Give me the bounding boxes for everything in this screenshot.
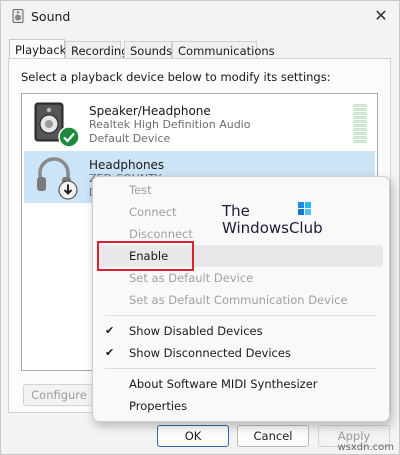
window-title: Sound <box>31 9 71 24</box>
volume-level-meter <box>353 104 367 144</box>
tab-sounds[interactable]: Sounds <box>124 41 172 59</box>
site-watermark: wsxdn.com <box>337 442 394 453</box>
menu-item-about-midi-synth[interactable]: About Software MIDI Synthesizer <box>97 373 383 395</box>
title-bar: Sound ✕ <box>1 1 399 31</box>
device-name: Headphones <box>89 158 165 172</box>
windowsclub-logo-icon <box>298 202 311 215</box>
tab-recording[interactable]: Recording <box>65 41 129 59</box>
speaker-icon <box>12 9 24 23</box>
down-arrow-icon <box>58 180 78 200</box>
device-name: Speaker/Headphone <box>89 104 211 118</box>
cancel-button[interactable]: Cancel <box>237 425 309 447</box>
watermark-logo: The WindowsClub <box>222 202 323 237</box>
menu-separator <box>105 315 377 316</box>
configure-button[interactable]: Configure <box>23 384 95 406</box>
checkmark-icon: ✔ <box>105 346 115 359</box>
menu-item-test[interactable]: Test <box>97 179 383 201</box>
highlight-box <box>97 241 194 271</box>
device-speaker-headphone[interactable]: Speaker/Headphone Realtek High Definitio… <box>24 97 375 149</box>
green-check-icon <box>58 126 80 148</box>
ok-button[interactable]: OK <box>157 425 229 447</box>
menu-item-properties[interactable]: Properties <box>97 395 383 417</box>
close-button[interactable]: ✕ <box>369 4 393 28</box>
checkmark-icon: ✔ <box>105 324 115 337</box>
menu-item-set-default-communication-device[interactable]: Set as Default Communication Device <box>97 289 383 311</box>
device-driver: Realtek High Definition Audio <box>89 118 251 131</box>
menu-item-show-disabled-devices[interactable]: ✔ Show Disabled Devices <box>97 320 383 342</box>
tab-playback[interactable]: Playback <box>9 39 66 60</box>
instruction-text: Select a playback device below to modify… <box>21 70 331 84</box>
close-icon: ✕ <box>374 6 388 25</box>
menu-item-show-disconnected-devices[interactable]: ✔ Show Disconnected Devices <box>97 342 383 364</box>
menu-separator <box>105 368 377 369</box>
device-status: Default Device <box>89 132 171 145</box>
tab-communications[interactable]: Communications <box>172 41 275 59</box>
